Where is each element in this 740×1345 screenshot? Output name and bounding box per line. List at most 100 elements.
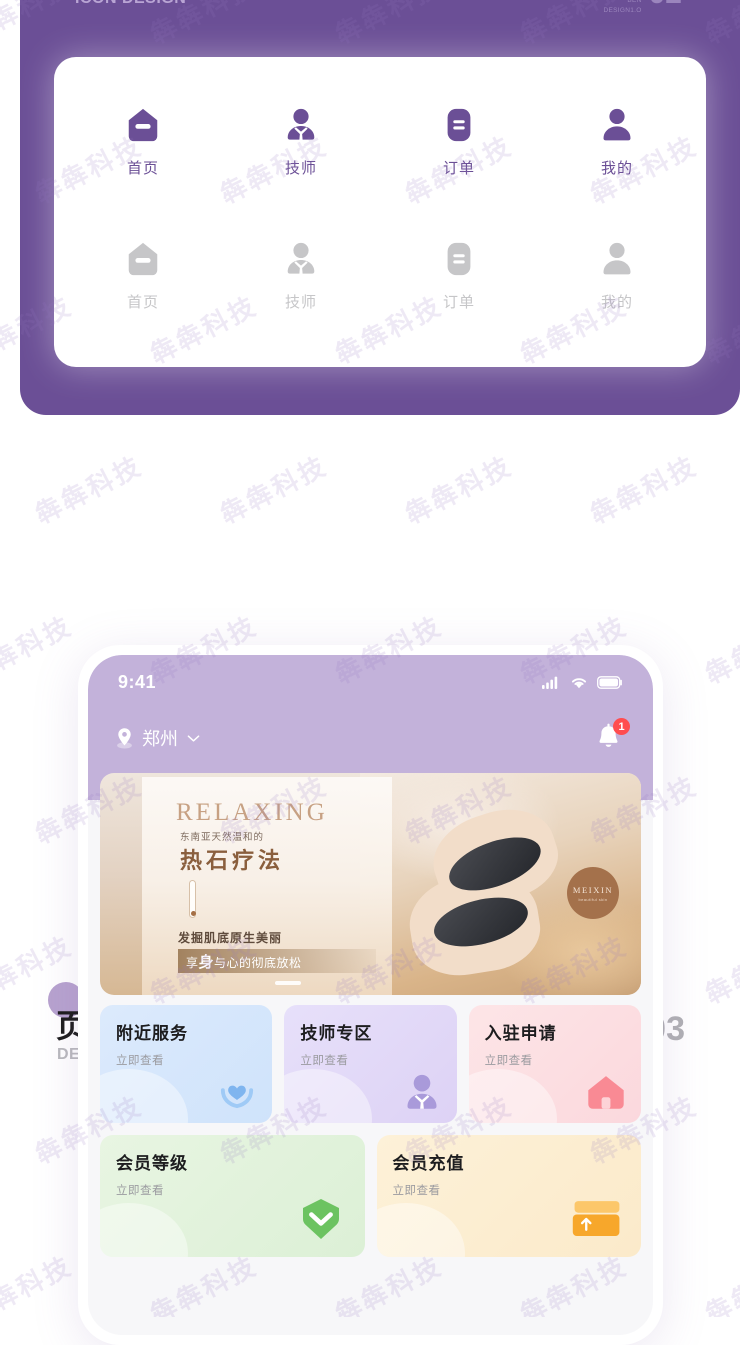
chevron-down-icon bbox=[187, 734, 200, 742]
profile-icon bbox=[603, 108, 631, 141]
icon-inactive-profile[interactable]: 我的 bbox=[598, 240, 636, 312]
icon-design-meta: ZHONG BEN DESIGN1.O 02 bbox=[604, 0, 682, 15]
banner-headline-en: RELAXING bbox=[176, 799, 328, 826]
profile-icon bbox=[603, 242, 631, 275]
phone-screen: 9:41 郑州 1 RELAXING 东南亚天然温和的 热石疗法 发掘肌底原生美… bbox=[88, 655, 653, 1335]
card-subtitle: 立即查看 bbox=[484, 1053, 533, 1067]
card-subtitle: 立即查看 bbox=[300, 1053, 349, 1067]
status-bar: 9:41 bbox=[88, 655, 653, 709]
technician-icon bbox=[282, 240, 320, 278]
icon-inactive-technician[interactable]: 技师 bbox=[282, 240, 320, 312]
banner-tube-decor bbox=[189, 880, 196, 918]
technician-icon bbox=[399, 1069, 445, 1115]
icon-label: 技师 bbox=[284, 293, 317, 311]
heart-hands-icon bbox=[214, 1069, 260, 1115]
icon-label: 我的 bbox=[600, 159, 633, 177]
brand-badge-name: MEIXIN bbox=[572, 884, 614, 895]
meta-design: DESIGN1.O bbox=[603, 6, 642, 14]
technician-icon bbox=[407, 1074, 437, 1109]
banner-tagline: 发掘肌底原生美丽 bbox=[178, 931, 283, 945]
quick-entry-row-2: 会员等级 立即查看 会员充值 立即查看 bbox=[100, 1135, 641, 1257]
icon-inactive-order[interactable]: 订单 bbox=[440, 240, 478, 312]
watermark-text: 犇犇科技 bbox=[0, 611, 78, 691]
icon-inactive-home[interactable]: 首页 bbox=[124, 240, 162, 312]
recharge-card-icon bbox=[572, 1201, 620, 1237]
watermark-text: 犇犇科技 bbox=[0, 1251, 78, 1317]
icon-design-section: ICON DESIGN ZHONG BEN DESIGN1.O 02 首页 技师… bbox=[20, 0, 740, 415]
icon-label: 首页 bbox=[126, 293, 159, 311]
icon-active-home[interactable]: 首页 bbox=[124, 106, 162, 178]
quick-entry-card[interactable]: 附近服务 立即查看 bbox=[100, 1005, 273, 1123]
icon-active-order[interactable]: 订单 bbox=[440, 106, 478, 178]
quick-entry-card[interactable]: 会员充值 立即查看 bbox=[376, 1135, 641, 1257]
status-time: 9:41 bbox=[118, 671, 157, 692]
phone-mockup: 9:41 郑州 1 RELAXING 东南亚天然温和的 热石疗法 发掘肌底原生美… bbox=[78, 645, 663, 1345]
heart-hands-icon bbox=[221, 1085, 254, 1109]
card-decor-blob bbox=[100, 1203, 188, 1257]
house-icon bbox=[583, 1069, 629, 1115]
card-title: 会员等级 bbox=[116, 1154, 188, 1174]
city-selector[interactable]: 郑州 bbox=[116, 725, 200, 751]
promo-banner[interactable]: RELAXING 东南亚天然温和的 热石疗法 发掘肌底原生美丽 享身与心的彻底放… bbox=[100, 773, 641, 995]
icon-design-heading: ICON DESIGN bbox=[75, 0, 186, 8]
icon-active-technician[interactable]: 技师 bbox=[282, 106, 320, 178]
battery-icon bbox=[597, 675, 622, 689]
icon-active-profile[interactable]: 我的 bbox=[598, 106, 636, 178]
profile-icon bbox=[598, 106, 636, 144]
quick-entry-card[interactable]: 技师专区 立即查看 bbox=[284, 1005, 457, 1123]
quick-entry-row-1: 附近服务 立即查看 技师专区 立即查看 入驻申请 立即查看 bbox=[100, 1005, 641, 1123]
banner-page-indicator[interactable] bbox=[275, 981, 301, 985]
card-decor-blob bbox=[468, 1069, 557, 1123]
card-subtitle: 立即查看 bbox=[116, 1053, 164, 1067]
order-icon bbox=[447, 108, 471, 142]
icon-showcase-card: 首页 技师 订单 我的 首页 技师 订单 我的 bbox=[54, 57, 706, 367]
order-icon bbox=[440, 240, 478, 278]
icon-label: 技师 bbox=[284, 159, 317, 177]
icon-design-number: 02 bbox=[649, 0, 682, 9]
card-title: 会员充值 bbox=[392, 1154, 465, 1174]
notification-badge: 1 bbox=[613, 718, 630, 735]
status-icons bbox=[542, 675, 623, 689]
brand-badge-sub: beautiful skin bbox=[578, 896, 608, 902]
icon-design-meta-text: ZHONG BEN DESIGN1.O bbox=[604, 0, 642, 15]
home-icon bbox=[124, 240, 162, 278]
wifi-icon bbox=[571, 677, 587, 688]
home-icon bbox=[128, 242, 158, 276]
location-pin-icon bbox=[117, 728, 132, 749]
technician-icon bbox=[287, 108, 315, 141]
banner-title: 热石疗法 bbox=[180, 849, 285, 874]
icon-label: 订单 bbox=[442, 159, 475, 177]
page-showcase-header: 页面展示 DESIGN SPECIFICATION ZHONG BEN DESI… bbox=[0, 480, 740, 1063]
icon-grid: 首页 技师 订单 我的 首页 技师 订单 我的 bbox=[54, 57, 706, 367]
quick-entry-card[interactable]: 会员等级 立即查看 bbox=[100, 1135, 365, 1257]
signal-icon bbox=[542, 676, 558, 689]
banner-text-panel: RELAXING 东南亚天然温和的 热石疗法 发掘肌底原生美丽 享身与心的彻底放… bbox=[142, 777, 392, 995]
technician-icon bbox=[287, 242, 315, 275]
watermark-text: 犇犇科技 bbox=[700, 1251, 740, 1317]
technician-icon bbox=[282, 106, 320, 144]
card-decor-blob bbox=[376, 1203, 465, 1257]
watermark-text: 犇犇科技 bbox=[700, 931, 740, 1011]
location-bar: 郑州 1 bbox=[88, 713, 653, 763]
card-title: 技师专区 bbox=[300, 1024, 373, 1044]
recharge-card-icon bbox=[571, 1193, 623, 1245]
order-icon bbox=[440, 106, 478, 144]
city-name: 郑州 bbox=[142, 729, 178, 750]
profile-icon bbox=[598, 240, 636, 278]
banner-slogan: 享身与心的彻底放松 bbox=[186, 952, 302, 971]
watermark-text: 犇犇科技 bbox=[700, 611, 740, 691]
order-icon bbox=[447, 242, 471, 276]
gem-check-icon bbox=[295, 1193, 347, 1245]
gem-check-icon bbox=[302, 1199, 339, 1239]
icon-label: 首页 bbox=[126, 159, 159, 177]
card-title: 入驻申请 bbox=[484, 1024, 557, 1044]
banner-subhead: 东南亚天然温和的 bbox=[180, 832, 265, 843]
icon-label: 我的 bbox=[600, 293, 633, 311]
home-icon bbox=[128, 108, 158, 142]
home-icon bbox=[124, 106, 162, 144]
icon-label: 订单 bbox=[442, 293, 475, 311]
notification-button[interactable]: 1 bbox=[595, 718, 630, 753]
quick-entry-card[interactable]: 入驻申请 立即查看 bbox=[468, 1005, 641, 1123]
card-title: 附近服务 bbox=[116, 1024, 188, 1044]
house-icon bbox=[588, 1076, 624, 1109]
